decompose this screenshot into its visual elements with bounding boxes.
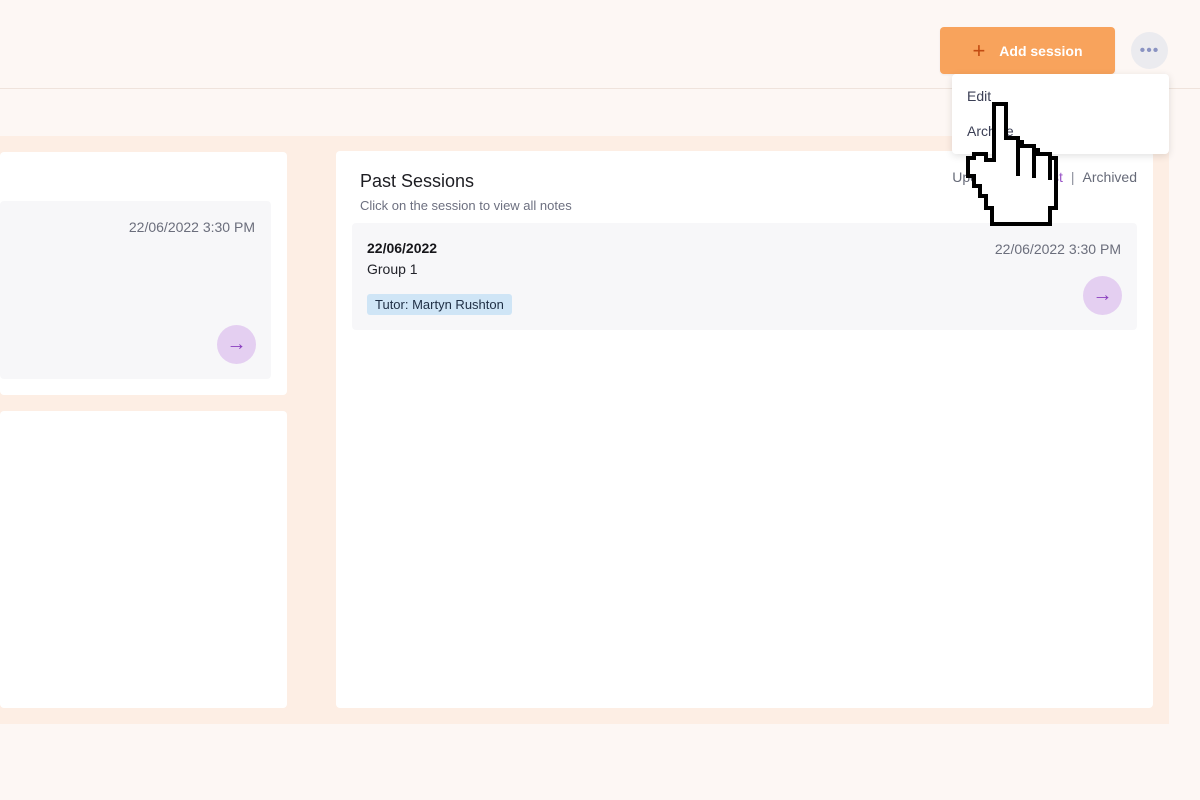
add-session-label: Add session <box>999 42 1083 59</box>
menu-item-archive[interactable]: Archive <box>967 123 1014 139</box>
session-card[interactable]: 22/06/2022 Group 1 22/06/2022 3:30 PM Tu… <box>352 223 1137 330</box>
secondary-panel <box>0 411 287 708</box>
upcoming-sessions-panel: 22/06/2022 3:30 PM → <box>0 152 287 395</box>
filter-separator: | <box>1023 169 1027 185</box>
page: + Add session ••• Edit Archive 22/06/202… <box>0 0 1200 800</box>
arrow-right-icon: → <box>226 333 247 355</box>
session-time: 22/06/2022 3:30 PM <box>994 241 1121 257</box>
filter-archived[interactable]: Archived <box>1083 169 1137 185</box>
filter-upcoming[interactable]: Upcoming <box>952 169 1015 185</box>
plus-icon: + <box>972 37 986 63</box>
session-date: 22/06/2022 <box>367 240 438 256</box>
open-session-button[interactable]: → <box>217 325 256 364</box>
open-session-button[interactable]: → <box>1083 276 1122 315</box>
more-horizontal-icon: ••• <box>1139 41 1160 59</box>
session-time: 22/06/2022 3:30 PM <box>128 219 255 235</box>
add-session-button[interactable]: + Add session <box>940 27 1115 74</box>
past-sessions-panel: Past Sessions Click on the session to vi… <box>336 151 1153 708</box>
tutor-badge: Tutor: Martyn Rushton <box>367 294 512 315</box>
panel-subtitle: Click on the session to view all notes <box>360 198 572 213</box>
arrow-right-icon: → <box>1092 284 1113 306</box>
filter-past[interactable]: Past <box>1035 169 1063 185</box>
menu-item-edit[interactable]: Edit <box>967 88 991 104</box>
session-group: Group 1 <box>367 261 418 277</box>
session-card[interactable]: 22/06/2022 3:30 PM → <box>0 201 271 379</box>
more-options-button[interactable]: ••• <box>1131 32 1168 69</box>
session-filter: Upcoming | Past | Archived <box>952 169 1137 185</box>
panel-title: Past Sessions <box>360 171 475 191</box>
options-dropdown-menu: Edit Archive <box>952 74 1169 154</box>
main-content: 22/06/2022 3:30 PM → Past Sessions Click… <box>0 136 1169 724</box>
filter-separator: | <box>1070 169 1075 185</box>
